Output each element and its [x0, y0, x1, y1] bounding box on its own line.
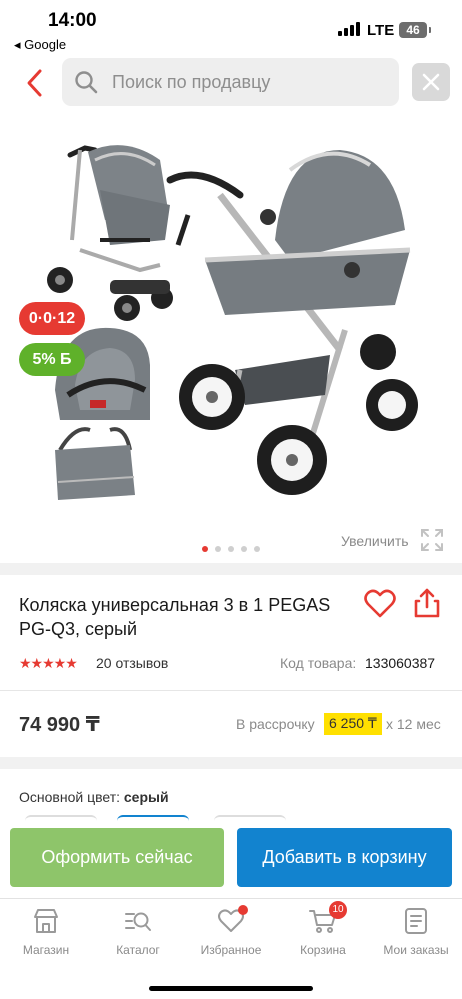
back-to-google-link[interactable]: ◂ Google: [14, 37, 66, 53]
catalog-search-icon: [125, 912, 151, 931]
add-to-cart-button[interactable]: Добавить в корзину: [237, 828, 452, 887]
status-bar: 14:00 ◂ Google LTE 46: [0, 0, 462, 56]
gallery-pagination: [202, 546, 262, 554]
installment-label: В рассрочку: [236, 716, 315, 732]
tab-label: Избранное: [200, 943, 262, 957]
expand-icon[interactable]: [420, 528, 444, 552]
product-code-label: Код товара:: [280, 655, 357, 671]
search-header: Поиск по продавцу: [0, 56, 462, 110]
color-swatch[interactable]: [25, 815, 97, 825]
main-stroller-illustration: [166, 150, 418, 495]
tab-catalog[interactable]: Каталог: [92, 907, 184, 967]
signal-icon: [338, 22, 360, 36]
divider: [0, 690, 462, 691]
checkout-now-button[interactable]: Оформить сейчас: [10, 828, 224, 887]
installment-term: x 12 мес: [386, 716, 441, 732]
tab-label: Корзина: [300, 943, 346, 957]
section-divider: [0, 563, 462, 575]
product-price: 74 990 ₸: [19, 714, 100, 736]
pagination-dot[interactable]: [228, 546, 234, 552]
tab-label: Каталог: [116, 943, 160, 957]
pagination-dot[interactable]: [241, 546, 247, 552]
store-icon: [34, 909, 58, 933]
back-arrow-icon[interactable]: [22, 66, 50, 100]
share-icon[interactable]: [413, 587, 441, 619]
search-input[interactable]: Поиск по продавцу: [62, 58, 399, 106]
color-selector-label: Основной цвет: серый: [19, 789, 169, 805]
network-type: LTE: [367, 22, 395, 39]
favorites-notification-dot: [238, 905, 248, 915]
search-placeholder: Поиск по продавцу: [112, 72, 271, 92]
reviews-link[interactable]: 20 отзывов: [96, 655, 168, 671]
diaper-bag-illustration: [55, 427, 135, 500]
product-code-value: 133060387: [365, 655, 436, 671]
close-icon: [422, 73, 440, 91]
search-icon: [75, 71, 98, 94]
section-divider: [0, 757, 462, 769]
tab-favorites[interactable]: Избранное: [185, 905, 277, 967]
product-image-gallery[interactable]: [0, 120, 462, 560]
installment-badge: 0·0·12: [19, 302, 85, 335]
product-image: [47, 145, 418, 500]
color-label-text: Основной цвет:: [19, 789, 120, 805]
color-swatch-selected[interactable]: [117, 815, 189, 825]
tab-label: Магазин: [22, 943, 70, 957]
tab-my-orders[interactable]: Мои заказы: [370, 907, 462, 967]
pagination-dot[interactable]: [215, 546, 221, 552]
product-title: Коляска универсальная 3 в 1 PEGAS PG-Q3,…: [19, 595, 331, 639]
pagination-dot[interactable]: [254, 546, 260, 552]
color-value: серый: [123, 789, 169, 805]
installment-monthly-amount[interactable]: 6 250 ₸: [324, 713, 382, 735]
tab-store[interactable]: Магазин: [0, 907, 92, 967]
rating-stars: ★★★★★: [19, 655, 78, 671]
bonus-badge: 5% Б: [19, 343, 85, 376]
color-swatch[interactable]: [214, 815, 286, 825]
status-time: 14:00: [48, 10, 97, 31]
tab-cart[interactable]: 10 Корзина: [277, 901, 369, 967]
orders-icon: [405, 908, 427, 934]
bottom-tab-bar: Магазин Каталог Избранное 10 Корзина Мои…: [0, 898, 462, 999]
home-indicator: [149, 986, 313, 991]
close-search-button[interactable]: [412, 63, 450, 101]
cart-count-badge: 10: [329, 901, 347, 919]
pagination-dot[interactable]: [202, 546, 208, 552]
favorite-heart-icon[interactable]: [364, 589, 396, 619]
tab-label: Мои заказы: [383, 943, 449, 957]
battery-icon: 46: [399, 22, 431, 38]
small-stroller-illustration: [47, 145, 173, 321]
zoom-button[interactable]: Увеличить: [341, 533, 409, 549]
